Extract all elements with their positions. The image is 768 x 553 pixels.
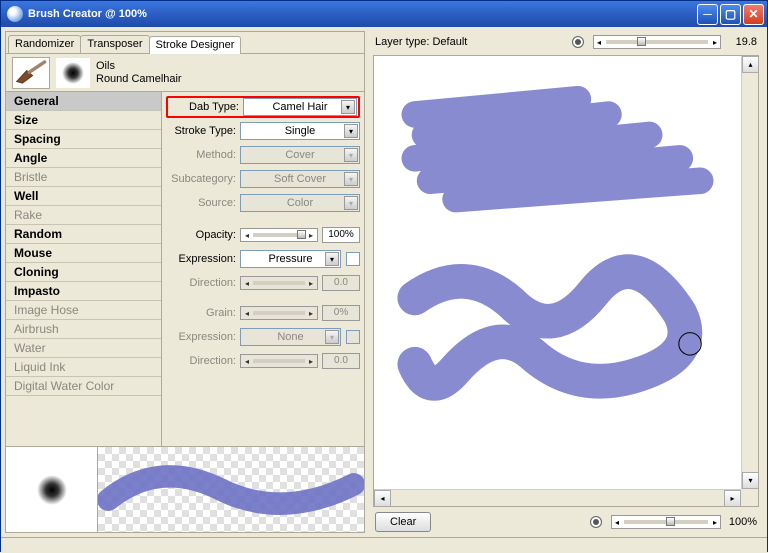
grain-label: Grain: [166,307,240,319]
opacity-value[interactable]: 100% [322,227,360,243]
direction1-value: 0.0 [322,275,360,291]
direction2-value: 0.0 [322,353,360,369]
stroke-preview [98,447,364,532]
direction1-slider: ◂▸ [240,276,318,290]
expression2-label: Expression: [166,331,240,343]
layer-type-label: Layer type: Default [375,36,566,48]
direction1-label: Direction: [166,277,240,289]
cat-digital-water-color[interactable]: Digital Water Color [6,377,161,396]
cat-random[interactable]: Random [6,225,161,244]
properties-column: Dab Type: Camel Hair▾ Stroke Type: Singl… [162,92,364,446]
cat-impasto[interactable]: Impasto [6,282,161,301]
maximize-button[interactable]: ▢ [720,4,741,25]
canvas-frame: ▴ ▾ ◂ ▸ [373,55,759,507]
stroke-type-select[interactable]: Single▾ [240,122,360,140]
window-title: Brush Creator @ 100% [28,8,697,20]
canvas-content[interactable] [374,56,741,489]
expression2-invert-checkbox [346,330,360,344]
tab-stroke-designer[interactable]: Stroke Designer [149,36,242,54]
cat-angle[interactable]: Angle [6,149,161,168]
zoom-slider[interactable]: ◂▸ [611,515,721,529]
grain-value: 0% [322,305,360,321]
size-value: 19.8 [727,36,757,48]
category-list: General Size Spacing Angle Bristle Well … [6,92,162,446]
stroke-type-label: Stroke Type: [166,125,240,137]
chevron-down-icon[interactable]: ▾ [344,124,358,138]
size-radio[interactable] [572,36,584,48]
cat-image-hose[interactable]: Image Hose [6,301,161,320]
source-label: Source: [166,197,240,209]
dab-preview [6,447,98,532]
grain-slider: ◂▸ [240,306,318,320]
cat-spacing[interactable]: Spacing [6,130,161,149]
brush-variant-label: Round Camelhair [96,73,182,86]
dab-type-select[interactable]: Camel Hair▾ [243,98,357,116]
subcategory-select: Soft Cover▾ [240,170,360,188]
zoom-radio[interactable] [590,516,602,528]
bottom-bar: Clear ◂▸ 100% [369,511,763,533]
tab-randomizer[interactable]: Randomizer [8,35,81,53]
close-button[interactable]: ✕ [743,4,764,25]
minimize-button[interactable]: ─ [697,4,718,25]
tabs-row: Randomizer Transposer Stroke Designer [6,32,364,54]
expression2-select: None▾ [240,328,341,346]
chevron-down-icon[interactable]: ▾ [341,100,355,114]
chevron-down-icon: ▾ [344,172,358,186]
cat-size[interactable]: Size [6,111,161,130]
direction2-label: Direction: [166,355,240,367]
method-select: Cover▾ [240,146,360,164]
brush-category-label: Oils [96,60,182,73]
chevron-down-icon: ▾ [325,330,339,344]
direction2-slider: ◂▸ [240,354,318,368]
scroll-right-icon[interactable]: ▸ [724,490,741,507]
cat-mouse[interactable]: Mouse [6,244,161,263]
expression1-invert-checkbox[interactable] [346,252,360,266]
chevron-down-icon[interactable]: ▾ [325,252,339,266]
chevron-down-icon: ▾ [344,196,358,210]
app-icon [7,6,23,22]
brush-header-row: Oils Round Camelhair [6,54,364,92]
tab-transposer[interactable]: Transposer [80,35,149,53]
cat-liquid-ink[interactable]: Liquid Ink [6,358,161,377]
scroll-left-icon[interactable]: ◂ [374,490,391,507]
scroll-down-icon[interactable]: ▾ [742,472,759,489]
bottom-preview-row [6,447,364,532]
cat-rake[interactable]: Rake [6,206,161,225]
zoom-value: 100% [727,516,757,528]
source-select: Color▾ [240,194,360,212]
vertical-scrollbar[interactable]: ▴ ▾ [741,56,758,489]
subcategory-label: Subcategory: [166,173,240,185]
cat-general[interactable]: General [6,92,161,111]
cat-water[interactable]: Water [6,339,161,358]
opacity-slider[interactable]: ◂▸ [240,228,318,242]
status-bar [1,537,767,553]
size-slider[interactable]: ◂▸ [593,35,721,49]
opacity-label: Opacity: [166,229,240,241]
right-pane: Layer type: Default ◂▸ 19.8 ▴ ▾ [369,31,763,533]
clear-button[interactable]: Clear [375,512,431,532]
method-label: Method: [166,149,240,161]
expression1-select[interactable]: Pressure▾ [240,250,341,268]
chevron-down-icon: ▾ [344,148,358,162]
left-pane: Randomizer Transposer Stroke Designer Oi… [5,31,365,533]
brush-dab-icon[interactable] [56,58,90,88]
dab-type-label: Dab Type: [169,101,243,113]
brush-category-icon[interactable] [12,57,50,89]
cat-airbrush[interactable]: Airbrush [6,320,161,339]
cat-bristle[interactable]: Bristle [6,168,161,187]
cat-cloning[interactable]: Cloning [6,263,161,282]
horizontal-scrollbar[interactable]: ◂ ▸ [374,489,741,506]
layer-header: Layer type: Default ◂▸ 19.8 [369,31,763,53]
scroll-up-icon[interactable]: ▴ [742,56,759,73]
cat-well[interactable]: Well [6,187,161,206]
expression1-label: Expression: [166,253,240,265]
titlebar: Brush Creator @ 100% ─ ▢ ✕ [1,1,767,27]
scrollbar-corner [741,489,758,506]
